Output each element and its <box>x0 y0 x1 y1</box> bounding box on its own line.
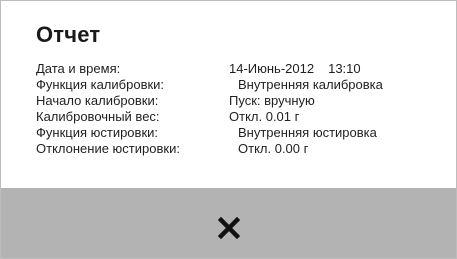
field-value: 14-Июнь-2012 13:10 <box>229 61 361 76</box>
field-label: Калибровочный вес: <box>36 109 160 124</box>
report-window: Отчет Дата и время: 14-Июнь-2012 13:10 Фу… <box>0 0 457 259</box>
field-value: Внутренняя калибровка <box>238 77 383 92</box>
date-value: 14-Июнь-2012 <box>229 61 315 76</box>
close-icon <box>217 216 240 239</box>
time-value: 13:10 <box>328 61 361 76</box>
field-value: Пуск: вручную <box>229 93 315 108</box>
field-label: Начало калибровки: <box>36 93 159 108</box>
field-label: Функция юстировки: <box>36 125 159 140</box>
report-title: Отчет <box>36 22 101 47</box>
close-button[interactable] <box>207 208 251 248</box>
field-value: Откл. 0.01 г <box>229 109 300 124</box>
bottom-action-bar <box>1 188 456 258</box>
field-label: Дата и время: <box>36 61 121 76</box>
field-label: Отклонение юстировки: <box>36 141 180 156</box>
field-value: Внутренняя юстировка <box>238 125 377 140</box>
field-label: Функция калибровки: <box>36 77 165 92</box>
field-value: Откл. 0.00 г <box>238 141 309 156</box>
